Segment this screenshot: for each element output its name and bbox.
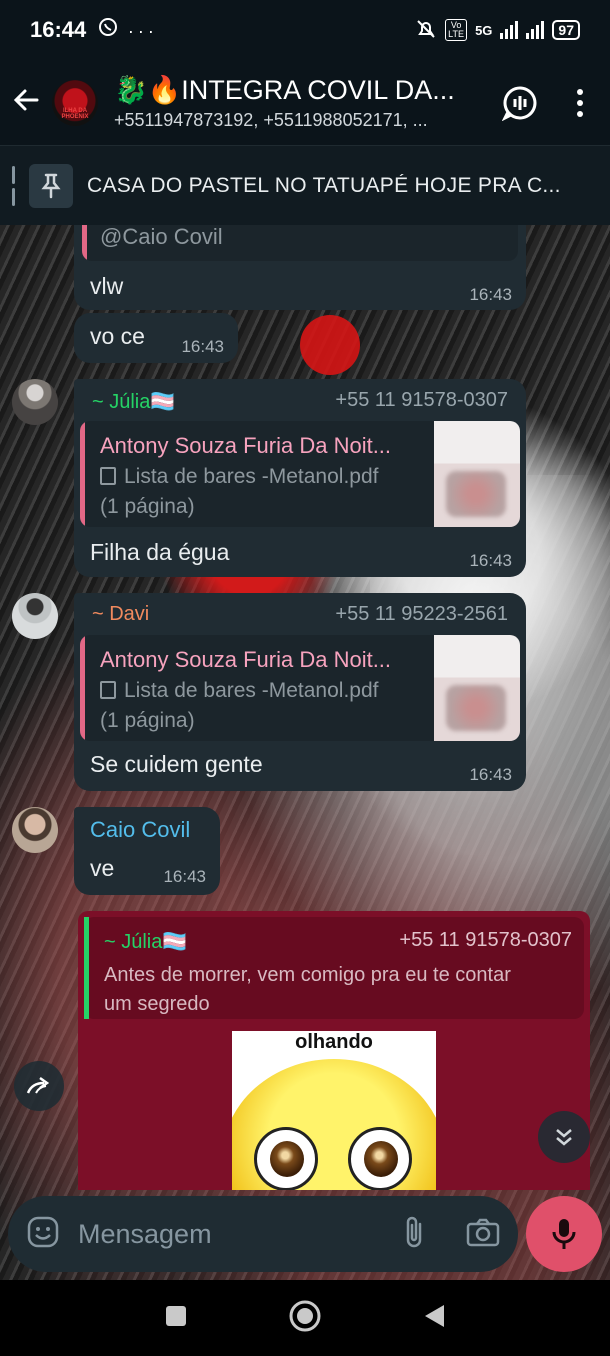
message-text: ve	[90, 855, 115, 881]
quote-color-bar	[80, 635, 85, 741]
sender-name[interactable]: ~ Júlia🏳️‍⚧️	[92, 389, 175, 414]
square-icon	[166, 1305, 186, 1326]
group-title: 🐉🔥INTEGRA COVIL DA...	[114, 75, 455, 105]
pinned-indicator	[12, 165, 15, 206]
signal-icon	[500, 21, 519, 39]
more-vert-icon	[577, 88, 583, 117]
message-input-container[interactable]: Mensagem	[8, 1196, 518, 1272]
status-bar: 16:44 ··· Vo LTE 5G 97	[0, 0, 610, 60]
quoted-doc-pages: (1 página)	[100, 709, 195, 732]
quoted-document[interactable]: Antony Souza Furia Da Noit... Lista de b…	[80, 635, 520, 741]
sender-name[interactable]: ~ Davi	[92, 603, 149, 626]
sticker-image[interactable]: olhando	[232, 1031, 436, 1190]
microphone-icon	[552, 1219, 576, 1249]
message-time: 16:43	[469, 285, 512, 304]
message-input[interactable]: Mensagem	[78, 1219, 402, 1250]
signal-icon-2	[526, 21, 545, 39]
quoted-message[interactable]: ~ Júlia🏳️‍⚧️ +55 11 91578-0307 Antes de …	[84, 917, 584, 1019]
quote-color-bar	[82, 225, 87, 261]
message-text: vo ce	[90, 323, 145, 349]
message-time: 16:43	[163, 867, 206, 886]
circle-icon	[289, 1300, 321, 1331]
back-button[interactable]	[422, 1303, 446, 1334]
avatar[interactable]	[12, 807, 58, 853]
quoted-sender: Antony Souza Furia Da Noit...	[100, 647, 392, 672]
back-arrow-icon[interactable]	[0, 82, 52, 124]
message-bubble[interactable]: Caio Covil ve 16:43	[74, 807, 220, 895]
quote-color-bar	[80, 421, 85, 527]
whatsapp-notification-icon: ···	[98, 17, 158, 43]
group-avatar[interactable]: ILHA DA PHOENIX	[52, 79, 98, 126]
message-list[interactable]: @Caio Covil vlw 16:43 vo ce 16:43 ~ Júli…	[0, 225, 610, 1190]
message-text: Filha da égua	[90, 539, 230, 565]
group-members: +5511947873192, +5511988052171, ...	[114, 110, 428, 130]
recents-button[interactable]	[164, 1304, 188, 1333]
more-options-button[interactable]	[550, 73, 610, 133]
voice-record-button[interactable]	[526, 1196, 602, 1272]
message-text: vlw	[90, 273, 124, 299]
sticker-caption: olhando	[295, 1031, 373, 1053]
network-5g-label: 5G	[475, 22, 493, 38]
pinned-message-text: CASA DO PASTEL NO TATUAPÉ HOJE PRA C...	[87, 173, 561, 197]
status-icons: Vo LTE 5G 97	[415, 18, 580, 43]
quoted-phone: +55 11 91578-0307	[399, 929, 572, 951]
quoted-text: Antes de morrer, vem comigo pra eu te co…	[104, 964, 511, 1015]
quoted-mention: @Caio Covil	[100, 225, 223, 249]
message-time: 16:43	[181, 337, 224, 356]
voice-chat-icon	[502, 85, 537, 121]
group-info[interactable]: 🐉🔥INTEGRA COVIL DA... +5511947873192, +5…	[114, 74, 490, 131]
forward-button[interactable]	[14, 1061, 64, 1111]
message-time: 16:43	[469, 551, 512, 570]
message-bubble[interactable]: vo ce 16:43	[74, 313, 238, 363]
quoted-sender: ~ Júlia🏳️‍⚧️	[104, 931, 188, 953]
quoted-document[interactable]: Antony Souza Furia Da Noit... Lista de b…	[80, 421, 520, 527]
attach-icon[interactable]	[402, 1214, 426, 1255]
message-bubble[interactable]: ~ Júlia🏳️‍⚧️ +55 11 91578-0307 Antony So…	[74, 379, 526, 577]
sender-name[interactable]: Caio Covil	[90, 817, 190, 843]
avatar[interactable]	[12, 379, 58, 425]
message-bubble-outgoing[interactable]: ~ Júlia🏳️‍⚧️ +55 11 91578-0307 Antes de …	[78, 911, 590, 1190]
quoted-message[interactable]: @Caio Covil	[82, 225, 518, 261]
quote-color-bar	[84, 917, 89, 1019]
message-bubble[interactable]: ~ Davi +55 11 95223-2561 Antony Souza Fu…	[74, 593, 526, 791]
double-chevron-down-icon	[556, 1129, 572, 1146]
mute-icon	[415, 18, 437, 43]
forward-icon	[26, 1076, 50, 1094]
home-button[interactable]	[288, 1299, 322, 1338]
document-icon	[100, 681, 116, 699]
emoji-icon[interactable]	[26, 1215, 60, 1254]
message-text: Se cuidem gente	[90, 751, 263, 777]
chat-header: ILHA DA PHOENIX 🐉🔥INTEGRA COVIL DA... +5…	[0, 60, 610, 145]
document-thumbnail	[434, 635, 520, 741]
volte-icon: Vo LTE	[445, 19, 468, 41]
triangle-back-icon	[425, 1304, 444, 1327]
composer-bar: Mensagem	[0, 1190, 610, 1280]
quoted-doc-name: Lista de bares -Metanol.pdf	[100, 679, 378, 703]
camera-icon[interactable]	[466, 1217, 500, 1252]
pinned-message-bar[interactable]: CASA DO PASTEL NO TATUAPÉ HOJE PRA C...	[0, 145, 610, 225]
voice-chat-button[interactable]	[490, 73, 550, 133]
avatar[interactable]	[12, 593, 58, 639]
sender-phone: +55 11 95223-2561	[335, 603, 508, 625]
quoted-doc-pages: (1 página)	[100, 495, 195, 518]
pin-icon	[29, 163, 73, 208]
quoted-doc-name: Lista de bares -Metanol.pdf	[100, 465, 378, 489]
system-navigation-bar	[0, 1280, 610, 1356]
scroll-to-bottom-button[interactable]	[538, 1111, 590, 1163]
status-time: 16:44	[30, 17, 87, 42]
quoted-sender: Antony Souza Furia Da Noit...	[100, 433, 392, 458]
message-time: 16:43	[469, 765, 512, 784]
sender-phone: +55 11 91578-0307	[335, 389, 508, 411]
battery-icon: 97	[552, 20, 580, 40]
document-thumbnail	[434, 421, 520, 527]
document-icon	[100, 467, 116, 485]
message-bubble[interactable]: @Caio Covil vlw 16:43	[74, 225, 526, 310]
